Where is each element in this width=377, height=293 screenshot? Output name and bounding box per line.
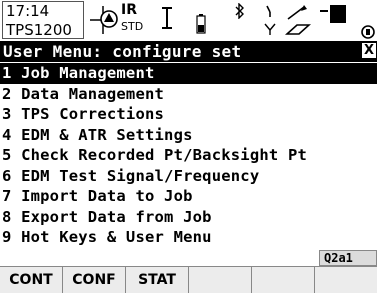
softkey-cont[interactable]: CONT: [0, 267, 63, 293]
eraser-icon: [285, 24, 311, 35]
status-bar: 17:14 TPS1200 IR STD: [0, 0, 377, 40]
page-title: User Menu: configure set: [3, 42, 242, 61]
menu-item-job-management[interactable]: 1 Job Management: [0, 63, 377, 84]
close-button[interactable]: X: [362, 43, 376, 58]
menu-item-check-recorded-pt[interactable]: 5 Check Recorded Pt/Backsight Pt: [0, 145, 377, 166]
memory-card-icon: [320, 5, 346, 23]
softkey-stat[interactable]: STAT: [126, 267, 189, 293]
menu-item-hot-keys[interactable]: 9 Hot Keys & User Menu: [0, 227, 377, 248]
softkey-f4[interactable]: [189, 267, 252, 293]
menu-item-import-data[interactable]: 7 Import Data to Job: [0, 186, 377, 207]
time-instrument-box: 17:14 TPS1200: [2, 1, 84, 39]
softkey-conf[interactable]: CONF: [63, 267, 126, 293]
input-mode-indicator: Q2a1: [319, 250, 377, 266]
menu-item-edm-test-signal[interactable]: 6 EDM Test Signal/Frequency: [0, 166, 377, 187]
device-status-icon: [361, 25, 375, 39]
antenna-icon: [264, 23, 276, 35]
radio-icon: [266, 5, 271, 17]
menu-list: 1 Job Management 2 Data Management 3 TPS…: [0, 63, 377, 248]
link-icon: [287, 5, 307, 20]
softkey-bar: CONT CONF STAT: [0, 266, 377, 293]
menu-item-data-management[interactable]: 2 Data Management: [0, 84, 377, 105]
input-row: Q2a1: [0, 250, 377, 266]
menu-item-export-data[interactable]: 8 Export Data from Job: [0, 207, 377, 228]
menu-item-tps-corrections[interactable]: 3 TPS Corrections: [0, 104, 377, 125]
menu-item-edm-atr-settings[interactable]: 4 EDM & ATR Settings: [0, 125, 377, 146]
prism-target-icon: [100, 10, 118, 28]
i-beam-icon: [162, 7, 172, 29]
target-mode: IR: [121, 2, 137, 18]
instrument-name: TPS1200: [6, 21, 72, 39]
softkey-f6[interactable]: [315, 267, 377, 293]
device-screen: 17:14 TPS1200 IR STD User Menu: configur…: [0, 0, 377, 293]
bluetooth-icon: [235, 3, 244, 19]
softkey-f5[interactable]: [252, 267, 315, 293]
measure-mode: STD: [121, 20, 144, 33]
title-bar: User Menu: configure set X: [0, 41, 377, 62]
battery-icon: [196, 14, 206, 34]
clock: 17:14: [6, 2, 50, 20]
